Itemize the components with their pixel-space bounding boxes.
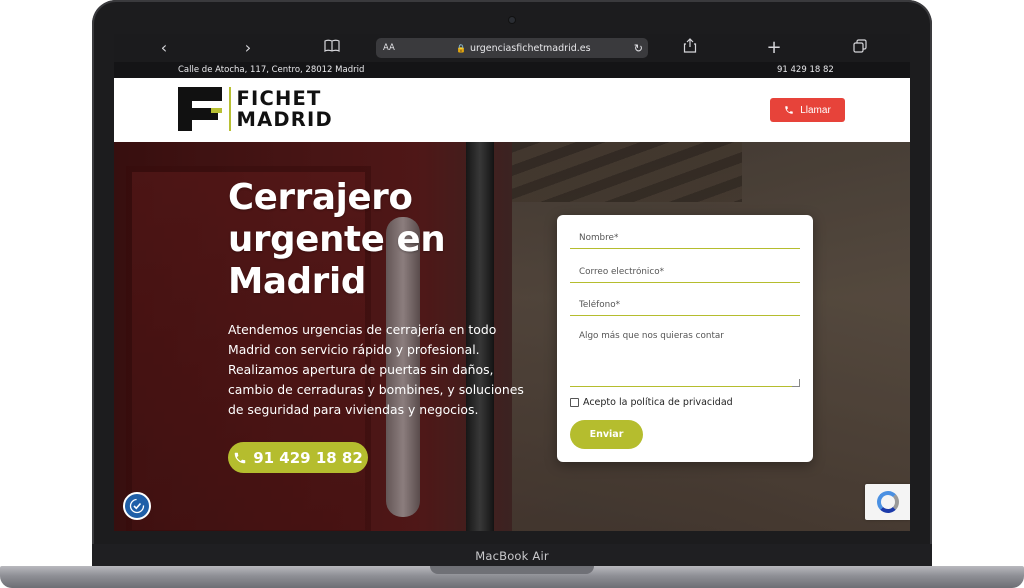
privacy-consent[interactable]: Acepto la política de privacidad xyxy=(570,397,733,408)
phone-icon xyxy=(785,106,793,114)
device-label: MacBook Air xyxy=(92,544,932,568)
phone-icon xyxy=(234,452,246,463)
hero-phone-button[interactable]: 91 429 18 82 xyxy=(228,442,368,473)
site-header: FICHET MADRID Llamar xyxy=(114,78,910,142)
bookmarks-button[interactable] xyxy=(322,38,342,58)
back-button[interactable]: ‹ xyxy=(154,38,174,58)
call-button-label: Llamar xyxy=(800,104,831,116)
top-info-bar: Calle de Atocha, 117, Centro, 28012 Madr… xyxy=(114,62,910,78)
address-bar[interactable]: AA 🔒 urgenciasfichetmadrid.es ↻ xyxy=(376,38,648,58)
accessibility-button[interactable] xyxy=(123,492,151,520)
call-button[interactable]: Llamar xyxy=(770,98,845,122)
book-icon xyxy=(324,39,340,52)
tabs-button[interactable] xyxy=(850,38,870,58)
laptop-notch xyxy=(430,566,594,574)
reload-icon[interactable]: ↻ xyxy=(634,42,643,55)
new-tab-button[interactable]: + xyxy=(764,38,784,58)
top-phone-link[interactable]: 91 429 18 82 xyxy=(777,65,834,75)
hero-title: Cerrajero urgente en Madrid xyxy=(228,177,446,302)
logo-divider xyxy=(229,87,231,131)
phone-field[interactable] xyxy=(570,295,800,316)
logo-line-2: MADRID xyxy=(236,108,333,131)
recaptcha-badge[interactable] xyxy=(865,484,910,520)
share-icon xyxy=(683,38,697,53)
text-size-button[interactable]: AA xyxy=(383,43,395,53)
tabs-icon xyxy=(853,39,867,53)
resize-grip-icon[interactable] xyxy=(792,379,800,387)
hero-description: Atendemos urgencias de cerrajería en tod… xyxy=(228,322,524,417)
contact-form: Acepto la política de privacidad Enviar xyxy=(557,215,813,462)
url-text: urgenciasfichetmadrid.es xyxy=(469,42,591,54)
logo-text: FICHET MADRID xyxy=(237,88,333,130)
address-text: Calle de Atocha, 117, Centro, 28012 Madr… xyxy=(178,65,365,75)
hero-phone-label: 91 429 18 82 xyxy=(253,448,363,467)
share-button[interactable] xyxy=(680,38,700,58)
browser-toolbar: ‹ › AA 🔒 urgenciasfichetmadrid.es ↻ + xyxy=(114,34,910,62)
privacy-label: Acepto la política de privacidad xyxy=(583,397,733,408)
logo-line-1: FICHET xyxy=(236,87,322,110)
lock-icon: 🔒 xyxy=(456,43,466,53)
site-logo[interactable]: FICHET MADRID xyxy=(178,87,333,131)
message-field[interactable] xyxy=(570,325,800,387)
hero-section: Cerrajero urgente en Madrid Atendemos ur… xyxy=(114,142,910,531)
submit-button[interactable]: Enviar xyxy=(570,420,643,449)
forward-button[interactable]: › xyxy=(238,38,258,58)
email-field[interactable] xyxy=(570,262,800,283)
screen: ‹ › AA 🔒 urgenciasfichetmadrid.es ↻ + Ca… xyxy=(114,34,910,531)
recaptcha-icon xyxy=(876,491,899,513)
camera-icon xyxy=(509,17,515,23)
logo-mark-icon xyxy=(178,87,222,131)
accessibility-icon xyxy=(129,498,145,514)
privacy-checkbox[interactable] xyxy=(570,398,579,407)
url-display[interactable]: 🔒 urgenciasfichetmadrid.es xyxy=(456,43,591,54)
name-field[interactable] xyxy=(570,228,800,249)
